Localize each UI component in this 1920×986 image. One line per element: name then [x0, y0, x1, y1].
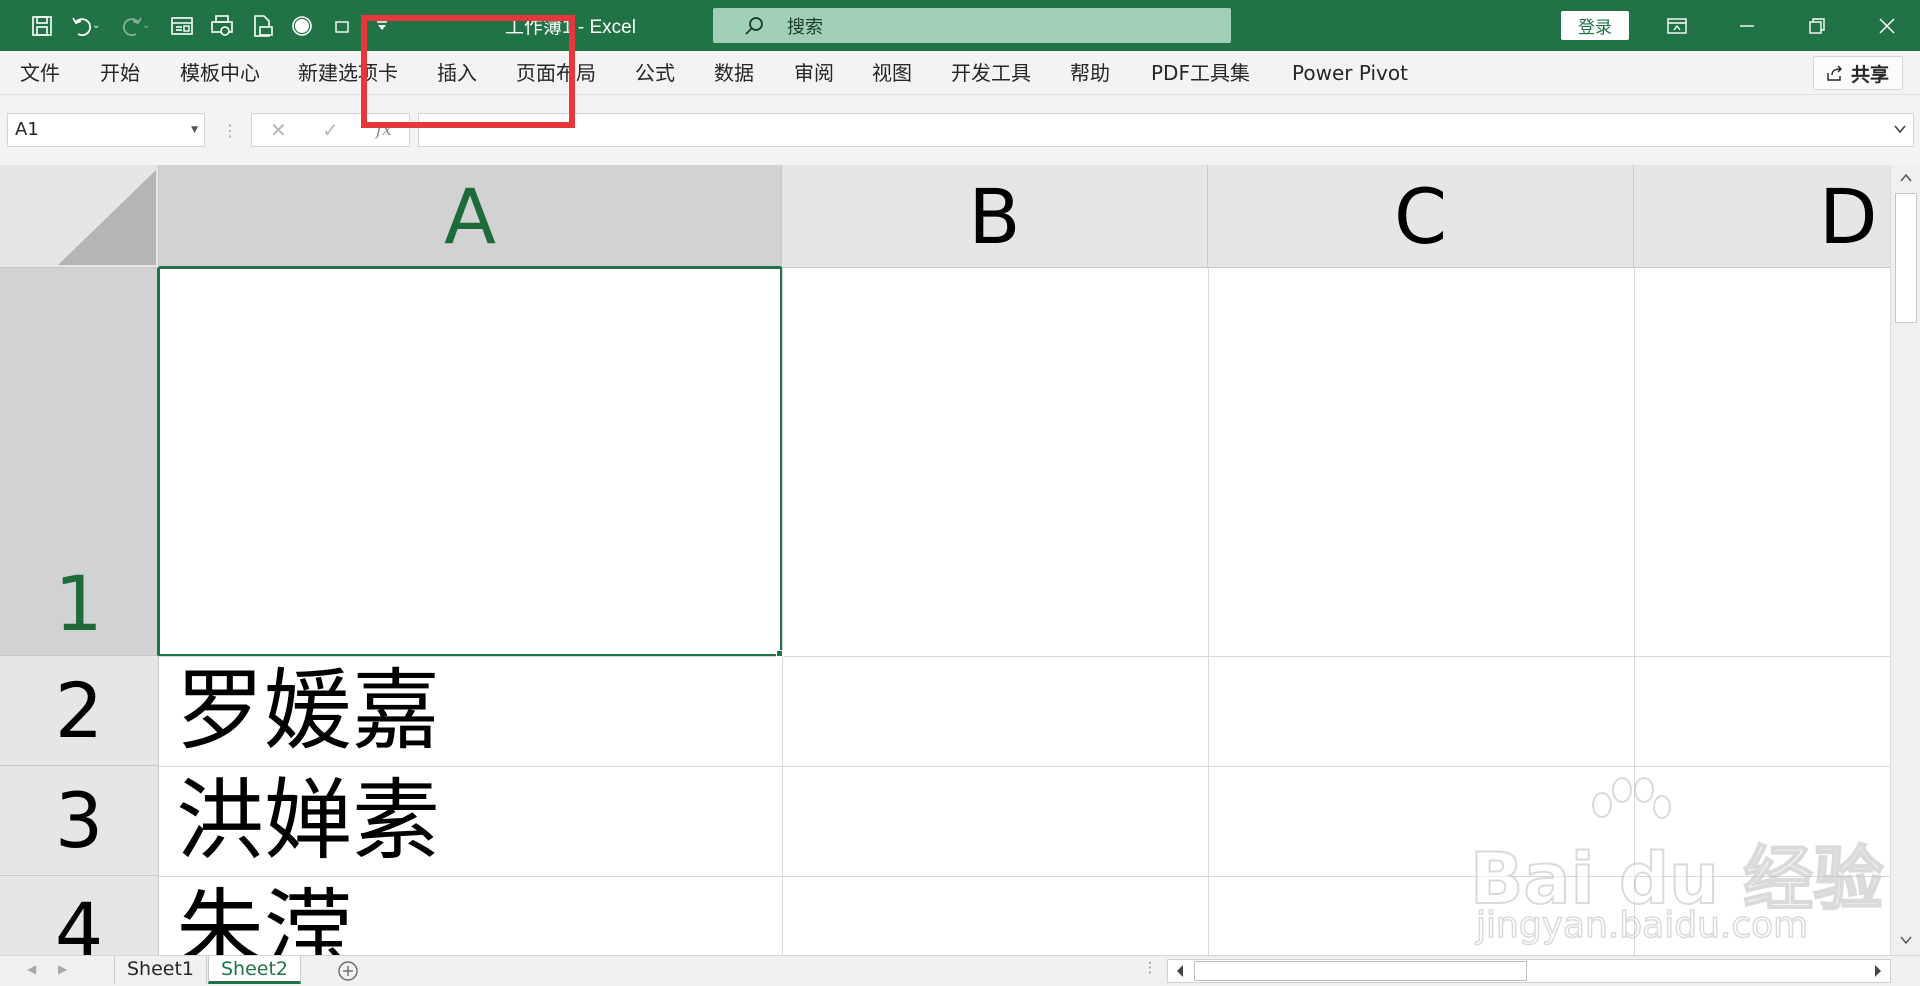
sheet-tab-sheet2[interactable]: Sheet2 [208, 956, 302, 984]
redo-dropdown-icon[interactable]: ⌄ [142, 20, 154, 31]
enter-icon[interactable]: ✓ [322, 114, 339, 146]
search-icon [745, 16, 763, 35]
cancel-icon[interactable]: ✕ [270, 114, 287, 146]
row-header-3[interactable]: 3 [0, 766, 159, 876]
sheet-tab-bar: ◀ ▶ Sheet1 Sheet2 ⋮ [0, 955, 1920, 986]
cell-a2[interactable]: 罗媛嘉 [176, 656, 440, 766]
baidu-jingyan-watermark: Bai du 经验 jingyan.baidu.com [1469, 775, 1884, 955]
tab-power-pivot[interactable]: Power Pivot [1292, 51, 1408, 95]
sheet-next-icon[interactable]: ▶ [58, 962, 67, 976]
row-header-2[interactable]: 2 [0, 656, 159, 766]
column-header-d[interactable]: D [1634, 165, 1890, 268]
name-box-value: A1 [15, 119, 39, 140]
tab-data[interactable]: 数据 [714, 51, 754, 95]
horizontal-scrollbar[interactable] [1167, 959, 1891, 983]
title-bar: ⌄ ⌄ 工作簿1 - Excel 搜索 登录 [0, 0, 1920, 51]
tab-formulas[interactable]: 公式 [635, 51, 675, 95]
column-gridline [1208, 268, 1209, 955]
sheet-prev-icon[interactable]: ◀ [27, 962, 36, 976]
restore-icon[interactable] [1783, 0, 1850, 51]
tab-pdf-tools[interactable]: PDF工具集 [1151, 51, 1250, 95]
share-icon [1827, 65, 1842, 81]
undo-dropdown-icon[interactable]: ⌄ [92, 20, 104, 31]
tab-split-grip-icon[interactable]: ⋮ [1143, 960, 1157, 976]
scroll-right-icon[interactable] [1868, 960, 1888, 982]
selected-cell-border [158, 267, 782, 656]
tab-review[interactable]: 审阅 [794, 51, 834, 95]
formula-bar-grip-icon[interactable]: ⋮ [222, 121, 238, 140]
tab-developer[interactable]: 开发工具 [951, 51, 1031, 95]
annotation-highlight-box [361, 15, 575, 128]
vertical-scroll-thumb[interactable] [1895, 193, 1917, 323]
name-box-dropdown-icon[interactable]: ▼ [191, 114, 198, 146]
ribbon-tabs: 文件 开始 模板中心 新建选项卡 插入 页面布局 公式 数据 审阅 视图 开发工… [0, 51, 1920, 95]
row-header-1[interactable]: 1 [0, 268, 159, 656]
scroll-up-icon[interactable] [1891, 167, 1920, 189]
cell-a3[interactable]: 洪婵素 [176, 766, 440, 876]
select-all-button[interactable] [0, 165, 159, 268]
cell-a4[interactable]: 朱滢 [176, 876, 352, 955]
formula-bar: A1 ▼ ⋮ ✕ ✓ fx [0, 95, 1920, 165]
tab-help[interactable]: 帮助 [1070, 51, 1110, 95]
tab-file[interactable]: 文件 [20, 51, 60, 95]
form-icon[interactable] [162, 8, 202, 43]
tab-view[interactable]: 视图 [872, 51, 912, 95]
fill-handle[interactable] [776, 650, 783, 657]
tab-template-center[interactable]: 模板中心 [180, 51, 260, 95]
expand-formula-bar-icon[interactable] [1893, 122, 1907, 136]
touch-mode-icon[interactable] [322, 8, 362, 43]
name-box[interactable]: A1 ▼ [7, 113, 205, 147]
search-box[interactable]: 搜索 [713, 8, 1231, 43]
quick-access-toolbar: ⌄ ⌄ [22, 8, 402, 43]
column-header-a[interactable]: A [159, 165, 782, 268]
sheet-tab-sheet1[interactable]: Sheet1 [114, 956, 208, 984]
tab-home[interactable]: 开始 [100, 51, 140, 95]
login-button[interactable]: 登录 [1561, 11, 1629, 40]
watermark-url: jingyan.baidu.com [1475, 904, 1809, 947]
column-gridline [782, 268, 783, 955]
close-icon[interactable] [1853, 0, 1920, 51]
search-label: 搜索 [787, 16, 823, 38]
formula-input[interactable] [418, 113, 1914, 147]
horizontal-scroll-thumb[interactable] [1194, 961, 1527, 981]
add-sheet-icon[interactable] [337, 960, 359, 982]
scroll-down-icon[interactable] [1891, 929, 1920, 951]
share-label: 共享 [1850, 63, 1889, 86]
ribbon-display-icon[interactable] [1643, 0, 1710, 51]
row-header-4[interactable]: 4 [0, 876, 159, 955]
record-icon[interactable] [282, 8, 322, 43]
scroll-left-icon[interactable] [1170, 960, 1190, 982]
column-header-c[interactable]: C [1208, 165, 1634, 268]
column-header-b[interactable]: B [782, 165, 1208, 268]
print-icon[interactable] [242, 8, 282, 43]
print-preview-icon[interactable] [202, 8, 242, 43]
save-icon[interactable] [22, 8, 62, 43]
share-button[interactable]: 共享 [1813, 56, 1903, 90]
vertical-scrollbar[interactable] [1890, 165, 1920, 955]
minimize-icon[interactable] [1713, 0, 1780, 51]
